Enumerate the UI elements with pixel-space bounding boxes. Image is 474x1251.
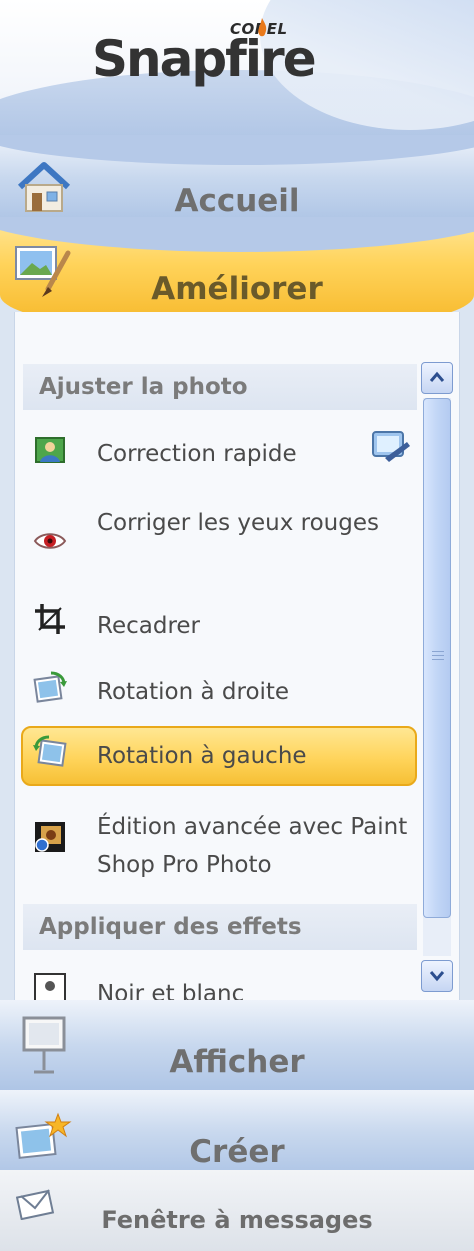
section-effets: Appliquer des effets <box>23 904 417 950</box>
item-label: Édition avancée avec Paint Shop Pro Phot… <box>97 814 408 878</box>
scroll-track[interactable] <box>423 398 451 956</box>
black-white-icon <box>34 973 66 1002</box>
scroll-up-button[interactable] <box>421 362 453 394</box>
nav-creer-label: Créer <box>189 1134 285 1170</box>
header: COREL Snapfire <box>0 0 474 150</box>
grip-line <box>432 651 444 652</box>
section-ajuster: Ajuster la photo <box>23 364 417 410</box>
rotate-right-icon <box>33 671 67 703</box>
nav-accueil-label: Accueil <box>174 183 300 219</box>
rotate-left-icon <box>33 735 67 767</box>
red-eye-icon <box>33 533 67 549</box>
item-correction-rapide[interactable]: Correction rapide <box>21 436 417 476</box>
snapfire-sidebar: COREL Snapfire Accueil Améliorer <box>0 0 474 1251</box>
item-label: Corriger les yeux rouges <box>97 510 379 536</box>
item-label: Noir et blanc <box>97 981 245 1002</box>
nav-ameliorer-label: Améliorer <box>151 271 323 307</box>
nav-afficher[interactable]: Afficher <box>0 1000 474 1100</box>
item-yeux-rouges[interactable]: Corriger les yeux rouges <box>21 504 417 582</box>
item-label: Rotation à gauche <box>97 743 307 769</box>
grip-line <box>432 655 444 656</box>
crop-icon <box>35 604 65 634</box>
logo-snapfire-text: Snapfire <box>92 30 317 88</box>
item-recadrer[interactable]: Recadrer <box>21 604 417 648</box>
item-noir-blanc[interactable]: Noir et blanc <box>21 972 417 1002</box>
item-label: Recadrer <box>97 613 200 639</box>
item-label: Rotation à droite <box>97 679 290 705</box>
panel-scrollbar[interactable] <box>421 362 453 992</box>
scroll-thumb[interactable] <box>423 398 451 918</box>
item-rotation-gauche[interactable]: Rotation à gauche <box>21 726 417 786</box>
nav-accueil[interactable]: Accueil <box>0 135 474 230</box>
grip-line <box>432 659 444 660</box>
monitor-pen-icon[interactable] <box>369 428 411 468</box>
nav-afficher-label: Afficher <box>169 1044 305 1080</box>
scroll-down-button[interactable] <box>421 960 453 992</box>
quick-fix-icon <box>35 437 65 463</box>
chevron-up-icon <box>429 371 445 382</box>
chevron-down-icon <box>429 971 445 982</box>
nav-messages[interactable]: Fenêtre à messages <box>0 1170 474 1251</box>
nav-messages-label: Fenêtre à messages <box>101 1206 373 1234</box>
paint-shop-pro-icon <box>35 822 65 852</box>
item-edition-avancee[interactable]: Édition avancée avec Paint Shop Pro Phot… <box>21 808 417 886</box>
enhance-panel: Ajuster la photo Correction rapide Corri… <box>14 312 460 1002</box>
item-rotation-droite[interactable]: Rotation à droite <box>21 671 417 714</box>
task-list: Ajuster la photo Correction rapide Corri… <box>15 312 417 1002</box>
